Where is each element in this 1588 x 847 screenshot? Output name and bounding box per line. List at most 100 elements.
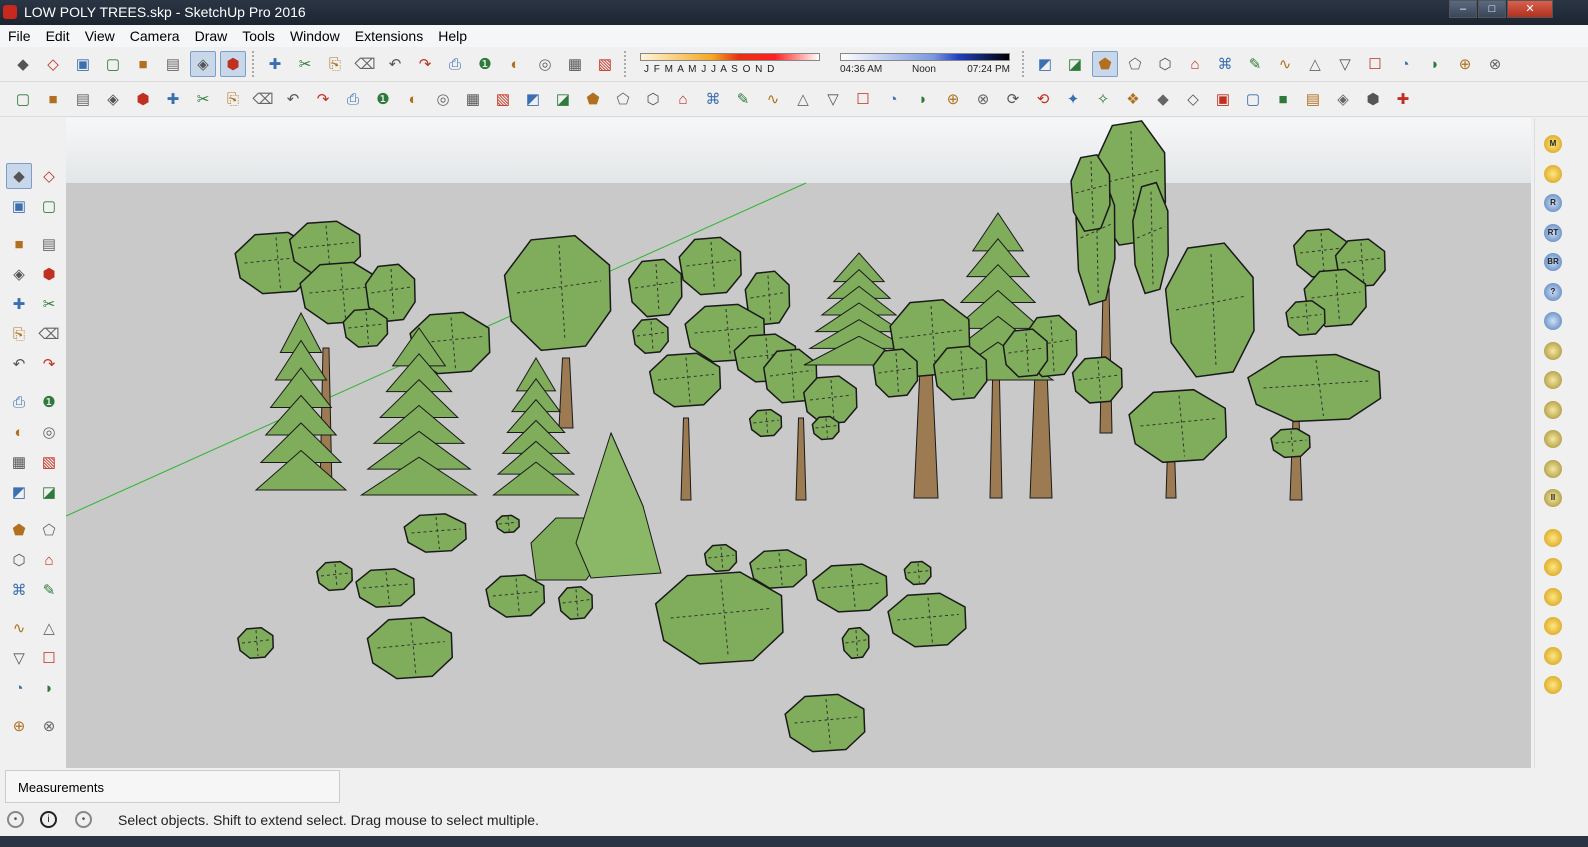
arch-icon[interactable]: ✎ <box>730 86 756 112</box>
arc-icon[interactable]: ⬟ <box>580 86 606 112</box>
model-info-icon[interactable]: ▦ <box>562 51 588 77</box>
styles-icon[interactable]: ⊕ <box>1452 51 1478 77</box>
freehand-icon[interactable]: ▤ <box>36 231 62 257</box>
minimize-button[interactable]: – <box>1449 0 1477 18</box>
r-icon[interactable]: R <box>1544 194 1562 212</box>
undo-icon[interactable]: ❶ <box>472 51 498 77</box>
section-plane-icon[interactable]: ◪ <box>1062 51 1088 77</box>
polygon-icon[interactable]: ✂ <box>36 291 62 317</box>
shadows-toggle-icon[interactable]: ▧ <box>592 51 618 77</box>
stairs-icon[interactable]: △ <box>790 86 816 112</box>
house4-icon[interactable]: ✚ <box>160 86 186 112</box>
hand-icon[interactable]: ☐ <box>850 86 876 112</box>
rotate-icon[interactable]: ◐ <box>6 419 32 445</box>
menu-draw[interactable]: Draw <box>187 25 235 44</box>
warehouse-icon[interactable]: ▢ <box>10 86 36 112</box>
lines-icon[interactable] <box>1544 371 1562 389</box>
walk-icon[interactable]: ⊕ <box>6 713 32 739</box>
zoom-window-icon[interactable]: △ <box>36 615 62 641</box>
add-3d-warehouse-icon[interactable]: ✚ <box>262 51 288 77</box>
tape-measure-icon[interactable]: ◩ <box>6 479 32 505</box>
menu-file[interactable]: File <box>0 25 38 44</box>
paste-icon[interactable]: ↷ <box>412 51 438 77</box>
scenes-icon[interactable]: ⊗ <box>1482 51 1508 77</box>
right-view-icon[interactable]: ▢ <box>100 51 126 77</box>
paint-bucket-icon[interactable]: ▣ <box>6 193 32 219</box>
step-icon[interactable]: ◇ <box>1180 86 1206 112</box>
scale-icon[interactable]: ▦ <box>6 449 32 475</box>
select-icon[interactable]: ◆ <box>6 163 32 189</box>
pause-icon[interactable]: II <box>1544 489 1562 507</box>
stack-icon[interactable]: ❖ <box>1120 86 1146 112</box>
look-around-icon[interactable]: ◗ <box>36 675 62 701</box>
ball-icon[interactable] <box>1544 528 1562 547</box>
house3-icon[interactable]: ⬢ <box>130 86 156 112</box>
rotated-rectangle-icon[interactable]: ⬢ <box>36 261 62 287</box>
house-icon[interactable]: ▤ <box>70 86 96 112</box>
bezier-icon[interactable]: ↷ <box>310 86 336 112</box>
close-button[interactable]: ✕ <box>1507 0 1553 18</box>
fillet-icon[interactable]: ⬡ <box>640 86 666 112</box>
wave-icon[interactable]: ◈ <box>1330 86 1356 112</box>
components-icon[interactable]: ■ <box>40 86 66 112</box>
flag-icon[interactable] <box>1544 676 1562 694</box>
three-point-arc-icon[interactable]: ↶ <box>6 351 32 377</box>
credits-icon[interactable]: i <box>40 811 57 828</box>
split-icon[interactable]: ✦ <box>1060 86 1086 112</box>
text-icon[interactable]: ⬠ <box>36 517 62 543</box>
slice-icon[interactable]: ◆ <box>1150 86 1176 112</box>
copy-icon[interactable]: ↶ <box>382 51 408 77</box>
materials-icon[interactable]: ◗ <box>1422 51 1448 77</box>
sphere-icon[interactable]: ◪ <box>550 86 576 112</box>
tag-icon[interactable] <box>1544 164 1562 183</box>
menu-edit[interactable]: Edit <box>38 25 77 44</box>
spring-icon[interactable]: ▽ <box>820 86 846 112</box>
plugin-gray-icon[interactable]: ⌫ <box>250 86 276 112</box>
model-viewport[interactable] <box>66 118 1531 768</box>
display-section-icon[interactable]: ⬟ <box>1092 51 1118 77</box>
xray-icon[interactable]: ▤ <box>160 51 186 77</box>
dome-icon[interactable] <box>1544 617 1562 635</box>
curve-icon[interactable]: ⎙ <box>340 86 366 112</box>
menu-tools[interactable]: Tools <box>234 25 282 44</box>
section-plane-icon[interactable]: ⊗ <box>36 713 62 739</box>
outliner-icon[interactable]: ☐ <box>1362 51 1388 77</box>
spiral-icon[interactable]: ❶ <box>370 86 396 112</box>
hook-icon[interactable]: ▧ <box>490 86 516 112</box>
cut-icon[interactable]: ◐ <box>400 86 426 112</box>
cut-icon[interactable]: ⌫ <box>352 51 378 77</box>
line-icon[interactable]: ■ <box>6 231 32 257</box>
user-icon[interactable]: • <box>75 811 92 828</box>
drape-icon[interactable]: ✎ <box>1242 51 1268 77</box>
front-view-icon[interactable]: ▣ <box>70 51 96 77</box>
layers-icon[interactable]: ▽ <box>1332 51 1358 77</box>
save-icon[interactable]: ⎘ <box>322 51 348 77</box>
move-icon[interactable]: ⎙ <box>6 389 32 415</box>
target-icon[interactable] <box>1544 459 1562 478</box>
orbit-icon[interactable]: ⌘ <box>6 577 32 603</box>
ramp-icon[interactable]: ⊗ <box>970 86 996 112</box>
tag2-icon[interactable] <box>1544 312 1562 330</box>
bend-icon[interactable]: ⌘ <box>700 86 726 112</box>
arc-icon[interactable]: ⎘ <box>6 321 32 347</box>
loft-icon[interactable]: ✚ <box>1390 86 1416 112</box>
make-component-icon[interactable]: ◇ <box>36 163 62 189</box>
pan-icon[interactable]: ✎ <box>36 577 62 603</box>
menu-view[interactable]: View <box>77 25 122 44</box>
previous-view-icon[interactable]: ☐ <box>36 645 62 671</box>
shape-icon[interactable]: ▦ <box>460 86 486 112</box>
box-icon[interactable]: ✧ <box>1090 86 1116 112</box>
terrain2-icon[interactable] <box>1544 430 1562 448</box>
pie-icon[interactable]: ↷ <box>36 351 62 377</box>
polyline-icon[interactable]: ◎ <box>430 86 456 112</box>
br-icon[interactable]: BR <box>1544 253 1562 271</box>
measurements-box[interactable]: Measurements <box>5 770 340 803</box>
plugin-red-icon[interactable]: ✂ <box>190 86 216 112</box>
shaded-textures-icon[interactable]: ◈ <box>190 51 216 77</box>
back-view-icon[interactable]: ■ <box>130 51 156 77</box>
twist-icon[interactable]: ▤ <box>1300 86 1326 112</box>
arrows-icon[interactable]: ⟳ <box>1000 86 1026 112</box>
zoom-extents-icon[interactable]: ▽ <box>6 645 32 671</box>
light-icon[interactable] <box>1544 558 1562 576</box>
components-icon[interactable]: ◔ <box>1392 51 1418 77</box>
